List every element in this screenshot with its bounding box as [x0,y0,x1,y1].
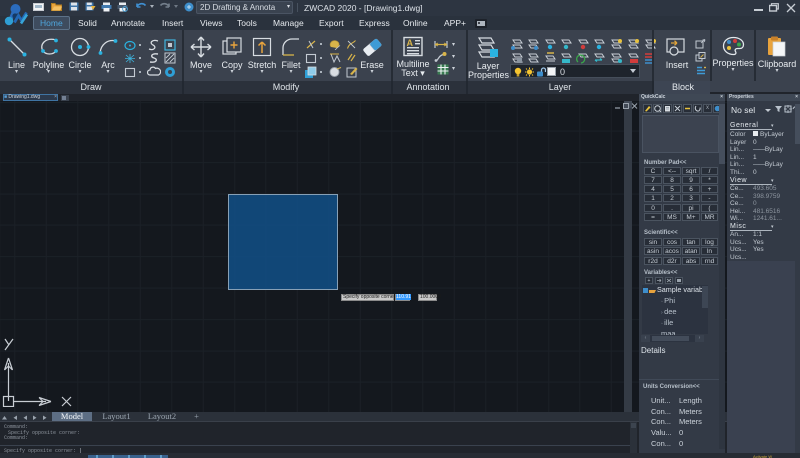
svg-text:A: A [407,38,414,48]
